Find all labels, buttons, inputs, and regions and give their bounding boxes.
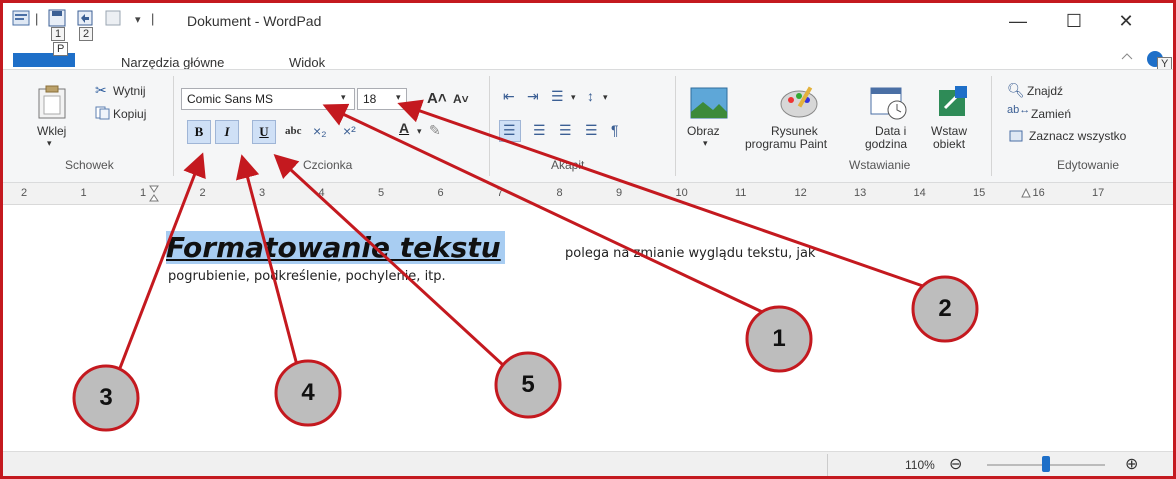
screenshot-frame: | 1 2 ▾ | Dokument - WordPad — ☐ ✕ P Nar… — [0, 0, 1176, 479]
callout-arrow-4 — [235, 154, 300, 370]
callout-arrow-5 — [273, 153, 505, 367]
callout-arrow-3 — [113, 152, 206, 382]
callout-arrow-2 — [397, 99, 944, 295]
callout-label-5: 5 — [521, 371, 535, 398]
annotation-overlay — [72, 99, 979, 432]
callout-label-4: 4 — [301, 379, 315, 406]
callout-label-3: 3 — [99, 384, 113, 411]
callout-label-2: 2 — [938, 295, 952, 322]
callout-label-1: 1 — [772, 325, 786, 352]
